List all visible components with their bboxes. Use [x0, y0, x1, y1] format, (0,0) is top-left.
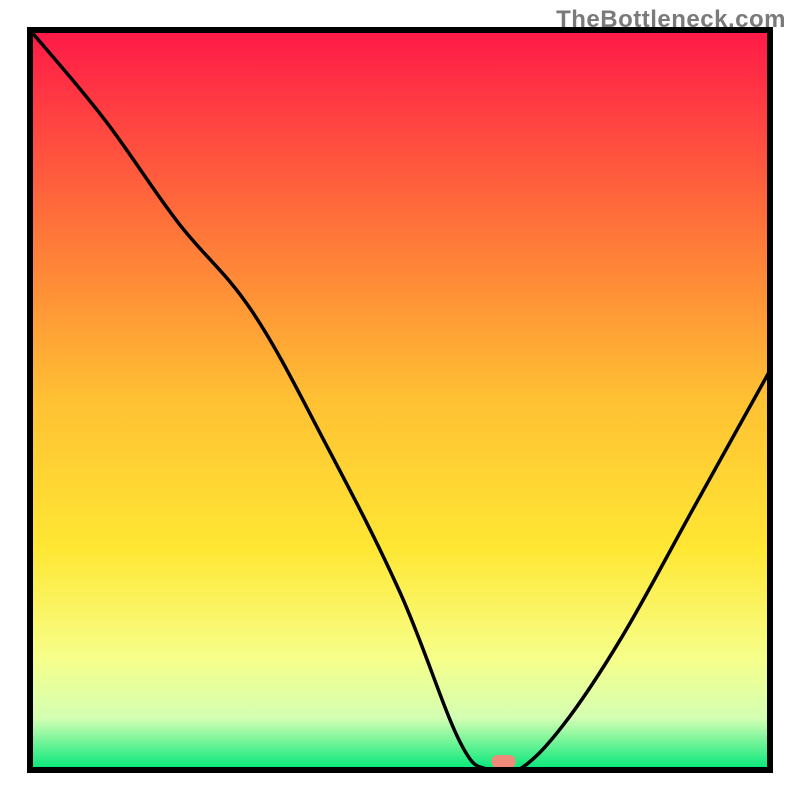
bottleneck-chart [0, 0, 800, 800]
optimal-marker [492, 755, 516, 768]
plot-background [30, 30, 770, 770]
watermark-text: TheBottleneck.com [556, 6, 786, 34]
